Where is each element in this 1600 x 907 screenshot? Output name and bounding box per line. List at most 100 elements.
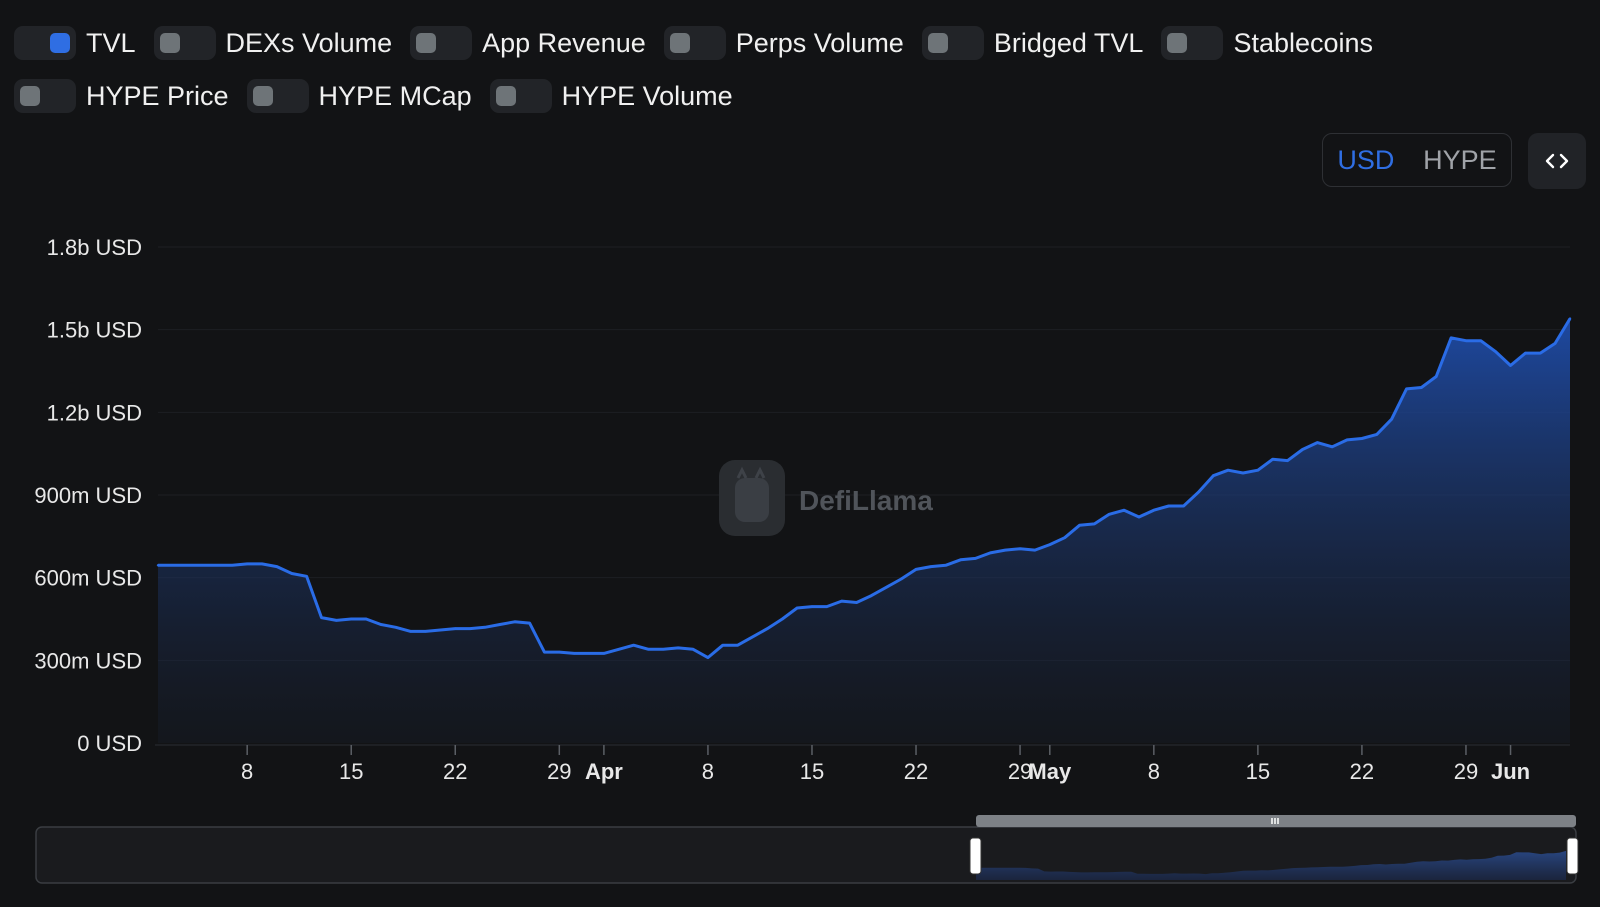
tvl-point (1241, 471, 1245, 475)
tvl-point (721, 644, 724, 647)
y-tick-label: 1.5b USD (47, 318, 142, 343)
x-tick-label: 8 (702, 759, 714, 784)
tvl-point (379, 623, 383, 626)
tvl-point (1301, 448, 1304, 451)
tvl-point (632, 644, 635, 647)
tvl-point (454, 627, 457, 630)
tvl-point (870, 594, 873, 597)
x-tick-label: 15 (1246, 759, 1270, 784)
tvl-point (1004, 548, 1007, 552)
tvl-point (825, 605, 828, 608)
tvl-point (1182, 504, 1185, 508)
tvl-point (1078, 524, 1081, 527)
tvl-point (1212, 474, 1215, 477)
tvl-point (290, 572, 293, 575)
tvl-point (1360, 437, 1364, 440)
x-tick-label: 22 (443, 759, 467, 784)
tvl-point (706, 656, 710, 659)
tvl-point (602, 652, 606, 655)
y-tick-label: 900m USD (34, 483, 142, 508)
tvl-point (1316, 441, 1319, 444)
tvl-point (1524, 351, 1527, 355)
tvl-point (1390, 418, 1393, 421)
tvl-area (158, 318, 1570, 743)
tvl-point (394, 626, 397, 629)
tvl-point (1137, 515, 1141, 519)
tvl-point (528, 621, 531, 625)
tvl-point (1093, 522, 1096, 526)
tvl-point (691, 648, 695, 651)
tvl-point (944, 564, 947, 567)
tvl-point (1167, 504, 1170, 508)
tvl-point (989, 551, 992, 555)
x-tick-label: Jun (1491, 759, 1530, 784)
tvl-point (751, 635, 754, 639)
tvl-point (1509, 364, 1512, 367)
x-tick-label: 29 (547, 759, 571, 784)
tvl-point (974, 557, 977, 560)
tvl-point (1464, 339, 1468, 342)
x-axis: 8 15 22 29 Apr 8 15 22 29May 8 15 22 29 Jun (241, 745, 1530, 784)
tvl-point (558, 650, 561, 654)
tvl-point (409, 630, 412, 633)
tvl-point (885, 586, 888, 589)
x-tick-label: 22 (904, 759, 928, 784)
x-tick-label: Apr (585, 759, 623, 784)
x-tick-label: 15 (339, 759, 363, 784)
tvl-point (1108, 513, 1111, 516)
tvl-point (350, 617, 353, 621)
tvl-point (1553, 342, 1557, 345)
tvl-chart: 0 USD 300m USD 600m USD 900m USD 1.2b USD 1.5… (34, 235, 1579, 884)
tvl-point (1033, 548, 1037, 552)
tvl-point (1286, 459, 1289, 462)
x-tick-label: 22 (1350, 759, 1374, 784)
tvl-point (1420, 386, 1423, 389)
tvl-point (736, 644, 739, 647)
tvl-point (424, 630, 427, 633)
tvl-point (1405, 387, 1408, 391)
tvl-point (795, 606, 799, 610)
watermark-text: DefiLlama (799, 485, 933, 516)
y-tick-label: 0 USD (77, 731, 142, 756)
range-navigator (35, 815, 1579, 884)
navigator-left-handle[interactable] (969, 837, 982, 875)
tvl-point (231, 564, 234, 567)
tvl-point (483, 626, 487, 629)
tvl-point (1345, 438, 1349, 442)
tvl-point (1256, 469, 1260, 472)
tvl-point (677, 646, 680, 650)
tvl-point (216, 564, 219, 567)
tvl-point (156, 564, 160, 567)
x-tick-label: 15 (800, 759, 824, 784)
navigator-scrollbar[interactable] (976, 815, 1576, 827)
tvl-point (1063, 536, 1066, 539)
tvl-point (1152, 509, 1156, 512)
navigator-right-handle[interactable] (1566, 837, 1579, 875)
llama-head-shape (735, 478, 769, 522)
tvl-point (468, 627, 472, 630)
y-tick-label: 600m USD (34, 566, 142, 591)
x-tick-label: 8 (241, 759, 253, 784)
tvl-point (543, 650, 546, 654)
tvl-point (364, 617, 368, 621)
x-tick-label: 29 (1454, 759, 1478, 784)
tvl-point (439, 628, 442, 632)
tvl-point (1018, 547, 1022, 550)
tvl-point (246, 562, 249, 566)
tvl-point (647, 648, 650, 651)
tvl-point (275, 565, 279, 568)
tvl-point (914, 568, 918, 571)
tvl-point (617, 648, 620, 651)
y-tick-label: 1.8b USD (47, 235, 142, 260)
y-tick-label: 1.2b USD (47, 400, 142, 425)
tvl-point (766, 627, 769, 630)
tvl-point (1479, 339, 1483, 342)
x-tick-label: 8 (1148, 759, 1160, 784)
x-tick-label: May (1028, 759, 1072, 784)
tvl-point (1449, 336, 1453, 340)
y-axis: 0 USD 300m USD 600m USD 900m USD 1.2b USD 1.5… (34, 235, 142, 756)
tvl-point (1375, 433, 1379, 436)
tvl-point (781, 617, 784, 621)
tvl-point (573, 652, 576, 655)
tvl-point (1331, 445, 1334, 448)
